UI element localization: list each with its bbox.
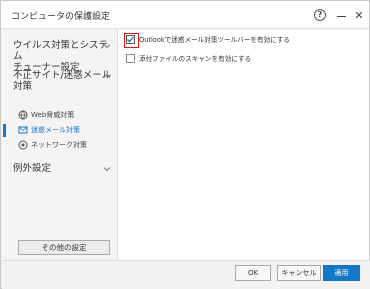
checkbox[interactable]: [126, 53, 135, 63]
mail-icon: [18, 125, 28, 135]
sidebar-group-antivirus[interactable]: ウイルス対策とシステム チューナー設定: [13, 40, 117, 73]
title-bar: コンピュータの保護設定 ? ✕: [1, 1, 369, 29]
chevron-down-icon[interactable]: [103, 165, 111, 173]
ok-button[interactable]: OK: [235, 265, 271, 281]
chevron-up-icon[interactable]: [103, 72, 111, 80]
option-outlook-toolbar[interactable]: Outlookで迷惑メール対策ツールバーを有効にする: [124, 32, 291, 48]
settings-content: Outlookで迷惑メール対策ツールバーを有効にする 添付ファイルのスキャンを有…: [117, 30, 369, 260]
checkbox[interactable]: [124, 32, 139, 48]
minimize-button[interactable]: [333, 7, 349, 23]
apply-button[interactable]: 適用: [323, 265, 360, 281]
sidebar-item-spam[interactable]: 迷惑メール対策: [18, 125, 80, 135]
sidebar-group-label: ウイルス対策とシステム: [13, 40, 109, 62]
active-indicator: [3, 124, 6, 137]
globe-shield-icon: [18, 110, 28, 120]
chevron-down-icon[interactable]: [103, 42, 111, 50]
sidebar-group-web-mail[interactable]: 不正サイト/迷惑メール 対策: [13, 70, 111, 92]
sidebar-item-label: ネットワーク対策: [31, 141, 87, 149]
option-label: 添付ファイルのスキャンを有効にする: [139, 55, 252, 63]
sidebar-group-label: 例外設定: [13, 163, 52, 174]
other-settings-button[interactable]: その他の設定: [18, 240, 110, 255]
sidebar-group-exceptions[interactable]: 例外設定: [13, 163, 51, 174]
help-icon: ?: [314, 9, 326, 21]
close-icon: ✕: [354, 8, 364, 22]
network-icon: [18, 140, 28, 150]
sidebar-item-web-threat[interactable]: Web脅威対策: [18, 110, 74, 120]
sidebar-group-label: 対策: [13, 81, 33, 92]
settings-sidebar: ウイルス対策とシステム チューナー設定 不正サイト/迷惑メール 対策 Web脅威…: [2, 30, 117, 260]
cancel-button[interactable]: キャンセル: [277, 265, 321, 281]
minimize-icon: [336, 15, 346, 17]
help-button[interactable]: ?: [312, 7, 328, 23]
dialog-footer: OK キャンセル 適用: [2, 260, 370, 289]
checkmark-icon: [127, 36, 134, 42]
sidebar-item-network[interactable]: ネットワーク対策: [18, 140, 87, 150]
sidebar-group-label: 不正サイト/迷惑メール: [13, 70, 112, 81]
sidebar-item-label: Web脅威対策: [31, 111, 75, 119]
close-button[interactable]: ✕: [351, 7, 367, 23]
window-title: コンピュータの保護設定: [11, 12, 111, 22]
option-label: Outlookで迷惑メール対策ツールバーを有効にする: [139, 36, 291, 44]
settings-window: コンピュータの保護設定 ? ✕ ウイルス対策とシステム チューナー設定 不正サイ…: [0, 0, 370, 289]
option-attachment-scan[interactable]: 添付ファイルのスキャンを有効にする: [126, 53, 251, 63]
sidebar-item-label: 迷惑メール対策: [31, 126, 80, 134]
